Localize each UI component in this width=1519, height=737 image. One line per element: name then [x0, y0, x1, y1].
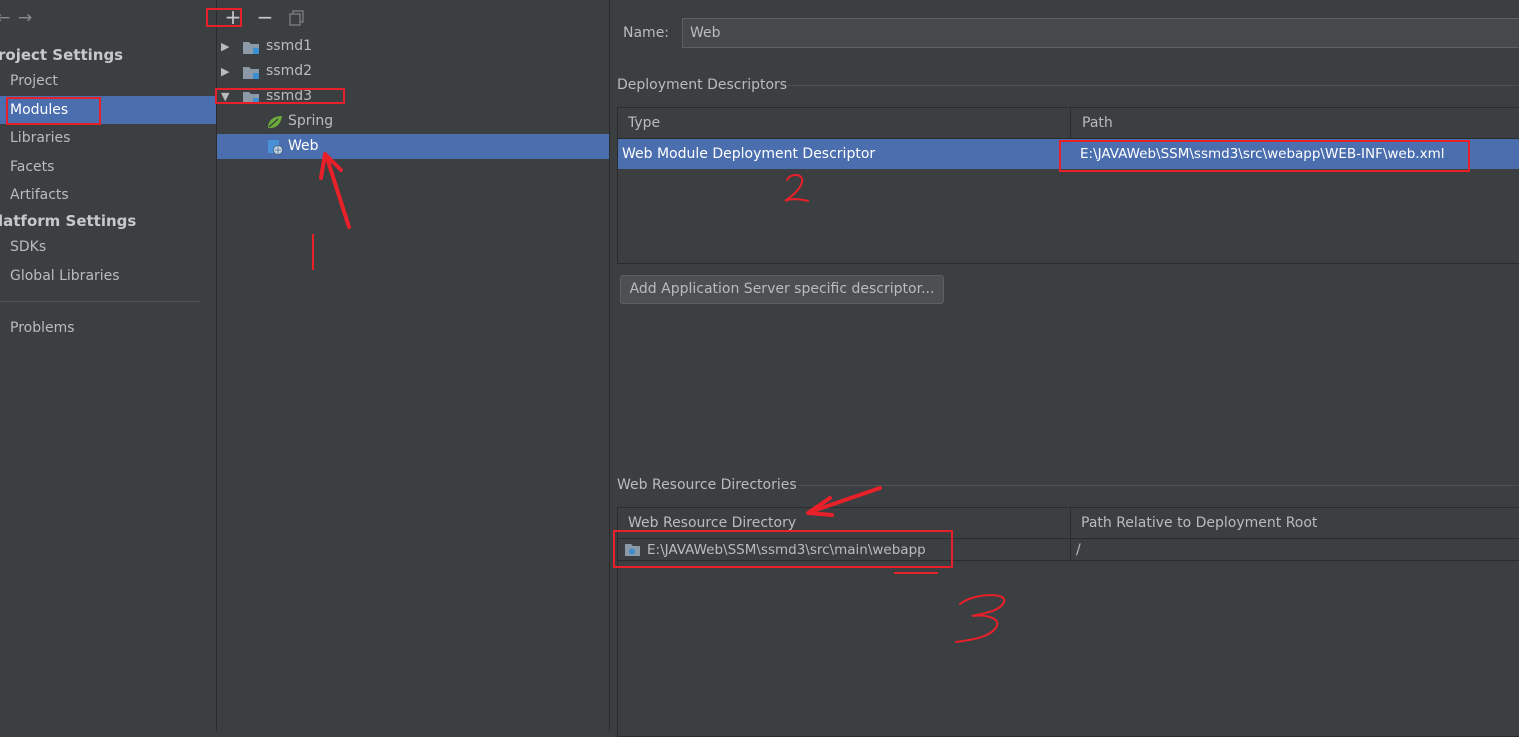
titled-border-line — [798, 485, 1519, 486]
settings-nav-pane: ← → roject Settings Project Modules Libr… — [0, 0, 217, 731]
platform-settings-heading: latform Settings — [0, 212, 137, 230]
tree-label: Spring — [288, 113, 334, 129]
project-settings-heading: roject Settings — [0, 46, 124, 64]
nav-item-problems[interactable]: Problems — [0, 314, 216, 342]
deployment-descriptors-title: Deployment Descriptors — [617, 77, 788, 93]
tree-row-spring[interactable]: Spring — [217, 109, 609, 134]
titled-border-line — [788, 85, 1519, 86]
cell-relative-path: / — [1076, 542, 1081, 558]
annotation-mark-2 — [784, 174, 809, 202]
annotation-box-path — [1059, 140, 1470, 172]
cell-type: Web Module Deployment Descriptor — [622, 146, 876, 162]
annotation-mark-3 — [955, 594, 1006, 643]
annotation-box-ssmd3 — [215, 88, 345, 104]
nav-item-facets[interactable]: Facets — [0, 153, 216, 181]
web-resource-directories-title: Web Resource Directories — [617, 477, 797, 493]
name-field[interactable]: Web — [682, 18, 1519, 48]
nav-item-project[interactable]: Project — [0, 67, 216, 95]
collapsed-triangle-icon[interactable]: ▶ — [221, 59, 233, 84]
remove-button[interactable]: − — [255, 6, 275, 28]
column-header-relative-path[interactable]: Path Relative to Deployment Root — [1081, 508, 1317, 538]
column-header-type[interactable]: Type — [628, 108, 660, 138]
annotation-mark-1 — [312, 234, 314, 270]
copy-icon[interactable] — [287, 8, 307, 30]
deployment-descriptors-table: Type Path Web Module Deployment Descript… — [617, 107, 1519, 264]
nav-item-global-libraries[interactable]: Global Libraries — [0, 262, 216, 290]
annotation-box-modules — [6, 97, 101, 125]
tree-row-web[interactable]: Web — [217, 134, 609, 159]
web-facet-icon — [267, 139, 283, 164]
tree-row-ssmd2[interactable]: ▶ ssmd2 — [217, 59, 609, 84]
module-tree-pane: + − ▶ ssmd1 ▶ ssmd2 ▼ ssmd3 Spring Web — [206, 0, 610, 731]
back-arrow-icon[interactable]: ← — [0, 8, 10, 28]
column-divider — [1070, 108, 1071, 138]
column-header-path[interactable]: Path — [1082, 108, 1113, 138]
nav-item-artifacts[interactable]: Artifacts — [0, 181, 216, 209]
annotation-arrow-web — [319, 152, 351, 229]
annotation-box-directory — [613, 530, 953, 568]
facet-detail-pane: Name: Web Deployment Descriptors Type Pa… — [610, 0, 1519, 737]
nav-item-sdks[interactable]: SDKs — [0, 233, 216, 261]
name-label: Name: — [623, 25, 670, 41]
annotation-arrow-directory — [806, 486, 882, 517]
tree-row-ssmd1[interactable]: ▶ ssmd1 — [217, 34, 609, 59]
tree-label: Web — [288, 138, 319, 154]
annotation-box-add — [206, 8, 242, 27]
table-header: Type Path — [618, 108, 1519, 139]
tree-label: ssmd2 — [266, 63, 313, 79]
annotation-underline — [894, 572, 938, 574]
nav-item-libraries[interactable]: Libraries — [0, 124, 216, 152]
forward-arrow-icon[interactable]: → — [18, 8, 32, 28]
tree-label: ssmd1 — [266, 38, 313, 54]
nav-separator — [0, 301, 200, 302]
collapsed-triangle-icon[interactable]: ▶ — [221, 34, 233, 59]
add-server-descriptor-button[interactable]: Add Application Server specific descript… — [620, 275, 944, 304]
